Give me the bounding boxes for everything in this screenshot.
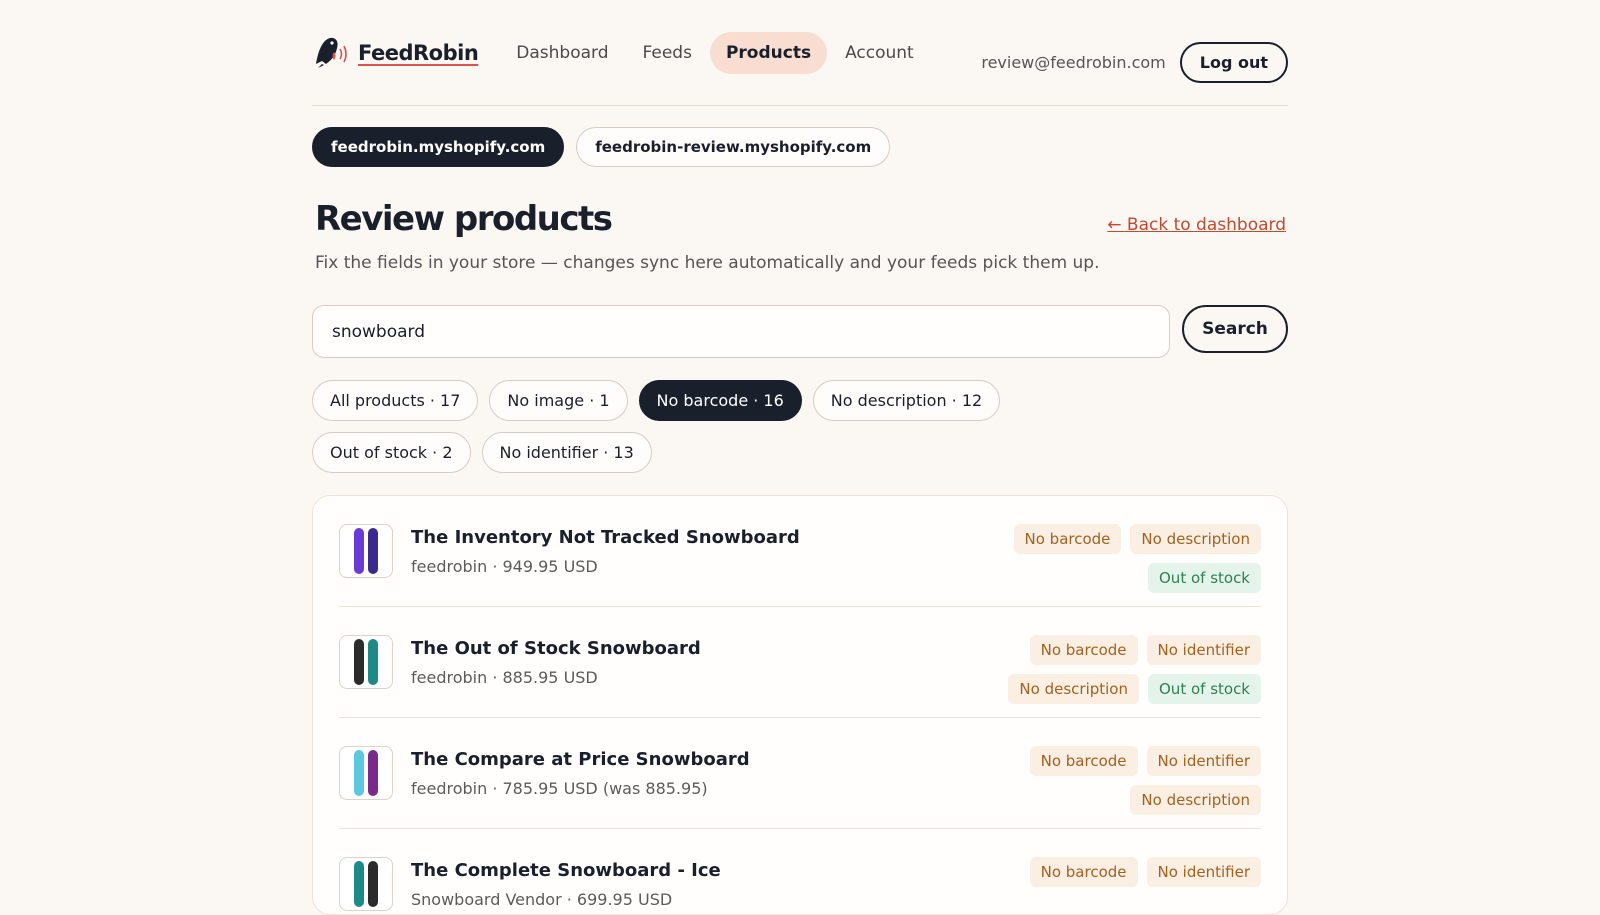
user-email: review@feedrobin.com [981,53,1166,72]
status-badge: No identifier [1146,857,1261,887]
status-badge: Out of stock [1148,563,1261,593]
page: FeedRobin Dashboard Feeds Products Accou… [312,0,1288,915]
store-switcher: feedrobin.myshopify.com feedrobin-review… [312,127,1288,167]
status-badge: No identifier [1146,746,1261,776]
search-row: Search [312,305,1288,358]
product-info: The Complete Snowboard - Ice Snowboard Ve… [411,860,721,909]
status-badge: No barcode [1029,635,1138,665]
product-thumbnail [339,635,393,689]
issue-badges: No barcode No identifier No description Out… [1001,635,1261,704]
user-area: review@feedrobin.com Log out [981,42,1288,83]
nav-account[interactable]: Account [829,32,930,74]
product-row[interactable]: The Inventory Not Tracked Snowboard feedr… [339,496,1261,607]
filter-all-products[interactable]: All products · 17 [312,380,479,421]
status-badge: No barcode [1013,524,1122,554]
product-thumbnail [339,524,393,578]
product-info: The Compare at Price Snowboard feedrobin … [411,749,750,798]
snowboard-image [354,528,364,574]
issue-badges: No barcode No identifier [1001,857,1261,887]
search-input[interactable] [312,305,1170,358]
logout-button[interactable]: Log out [1179,42,1288,83]
product-meta: Snowboard Vendor · 699.95 USD [411,889,673,909]
product-thumbnail [339,857,393,911]
status-badge: No description [1130,785,1261,815]
product-list: The Inventory Not Tracked Snowboard feedr… [312,495,1288,915]
product-name[interactable]: The Compare at Price Snowboard [411,749,750,770]
product-thumbnail [339,746,393,800]
product-row[interactable]: The Compare at Price Snowboard feedrobin … [339,718,1261,829]
nav-feeds[interactable]: Feeds [627,32,708,74]
snowboard-image [368,528,378,574]
product-name[interactable]: The Out of Stock Snowboard [411,638,701,659]
status-badge: No barcode [1029,857,1138,887]
main-nav: Dashboard Feeds Products Account [500,31,930,74]
brand[interactable]: FeedRobin [312,34,479,72]
snowboard-image [368,750,378,796]
filter-chips: All products · 17 No image · 1 No barcod… [312,380,1142,473]
snowboard-image [354,639,364,685]
page-subtitle: Fix the fields in your store — changes s… [315,253,1100,273]
status-badge: No description [1130,524,1261,554]
status-badge: No barcode [1029,746,1138,776]
product-meta: feedrobin · 785.95 USD (was 885.95) [411,778,708,798]
status-badge: No description [1008,674,1139,704]
status-badge: Out of stock [1148,674,1261,704]
back-to-dashboard-link[interactable]: ← Back to dashboard [1107,215,1286,235]
filter-no-description[interactable]: No description · 12 [812,380,1001,421]
product-meta: feedrobin · 949.95 USD [411,556,598,576]
product-name[interactable]: The Inventory Not Tracked Snowboard [411,527,800,548]
issue-badges: No barcode No identifier No description [1001,746,1261,815]
product-row[interactable]: The Complete Snowboard - Ice Snowboard Ve… [339,829,1261,914]
store-pill-feedrobin-review[interactable]: feedrobin-review.myshopify.com [576,127,891,167]
snowboard-image [368,861,378,907]
product-name[interactable]: The Complete Snowboard - Ice [411,860,721,881]
filter-out-of-stock[interactable]: Out of stock · 2 [312,432,471,473]
nav-dashboard[interactable]: Dashboard [500,32,624,74]
snowboard-image [354,750,364,796]
title-row: Review products ← Back to dashboard [312,199,1288,239]
search-button[interactable]: Search [1182,305,1288,353]
brand-name: FeedRobin [358,40,479,65]
issue-badges: No barcode No description Out of stock [1001,524,1261,593]
store-pill-feedrobin[interactable]: feedrobin.myshopify.com [312,127,565,167]
snowboard-image [368,639,378,685]
product-meta: feedrobin · 885.95 USD [411,667,598,687]
product-info: The Out of Stock Snowboard feedrobin · 88… [411,638,701,687]
filter-no-image[interactable]: No image · 1 [489,380,628,421]
product-info: The Inventory Not Tracked Snowboard feedr… [411,527,800,576]
page-title: Review products [315,199,613,239]
product-row[interactable]: The Out of Stock Snowboard feedrobin · 88… [339,607,1261,718]
filter-no-barcode[interactable]: No barcode · 16 [638,380,802,421]
top-header: FeedRobin Dashboard Feeds Products Accou… [312,0,1288,106]
snowboard-image [354,861,364,907]
filter-no-identifier[interactable]: No identifier · 13 [481,432,652,473]
nav-products[interactable]: Products [709,31,828,74]
robin-logo-icon [312,34,350,72]
status-badge: No identifier [1146,635,1261,665]
